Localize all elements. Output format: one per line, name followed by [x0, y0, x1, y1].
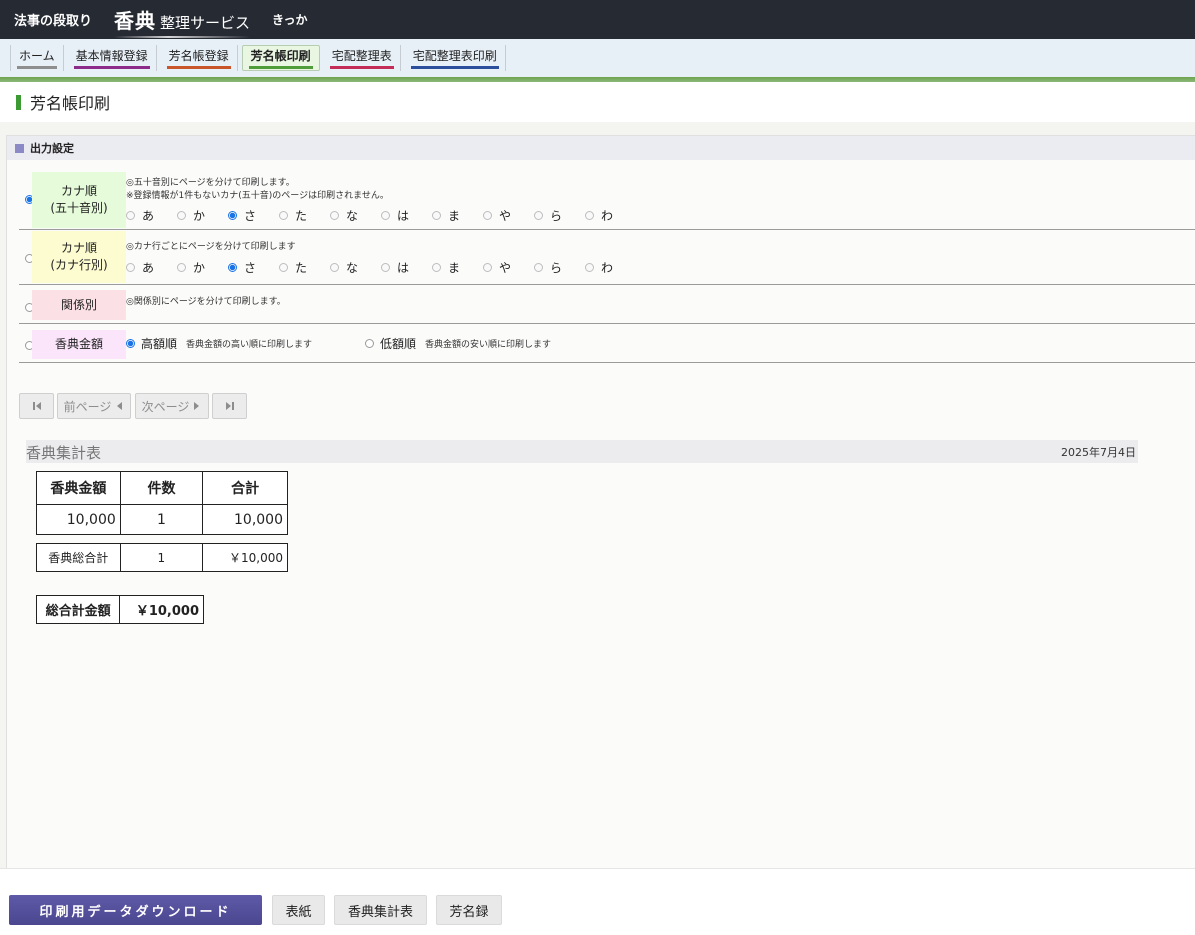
kana-option[interactable]: た [279, 207, 330, 224]
sort-high-option[interactable]: 高額順 香典金額の高い順に印刷します [126, 335, 312, 352]
kana-option[interactable]: ま [432, 207, 483, 224]
bottom-action-bar: 印刷用データダウンロード 表紙 香典集計表 芳名録 [0, 868, 1195, 935]
kana-selector: あ か さ た な は ま や ら わ [126, 259, 636, 276]
kana-selector: あ か さ た な は ま や ら わ [126, 207, 636, 224]
total-cell: 10,000 [202, 504, 288, 535]
kana-option[interactable]: ら [534, 259, 585, 276]
user-name[interactable]: きっか [272, 11, 308, 28]
grand-total-value: ￥10,000 [119, 595, 204, 624]
section-square-icon [15, 143, 24, 153]
prev-page-button[interactable]: 前ページ [57, 393, 131, 419]
option-label[interactable]: 香典金額 [32, 330, 126, 359]
page-title: 芳名帳印刷 [30, 94, 111, 113]
option-label[interactable]: カナ順 (五十音別) [32, 172, 126, 228]
grand-total-label: 総合計金額 [35, 595, 121, 624]
kana-option[interactable]: は [381, 207, 432, 224]
kana-option[interactable]: な [330, 207, 381, 224]
kana-option[interactable]: や [483, 207, 534, 224]
page-title-bar: 芳名帳印刷 [0, 82, 1195, 122]
summary-title: 香典集計表 [26, 444, 102, 462]
last-page-button[interactable] [212, 393, 247, 419]
nav-registry-entry[interactable]: 芳名帳登録 [161, 45, 238, 71]
subtotal-total: ￥10,000 [202, 543, 288, 572]
option-label[interactable]: カナ順 (カナ行別) [32, 231, 126, 283]
service-logo[interactable]: 香典 整理サービス [114, 5, 251, 38]
first-page-button[interactable] [19, 393, 54, 419]
next-page-button[interactable]: 次ページ [135, 393, 209, 419]
subtotal-label: 香典総合計 [36, 543, 121, 572]
amount-cell: 10,000 [36, 504, 121, 535]
kana-option[interactable]: あ [126, 207, 177, 224]
option-kana-gojuon: カナ順 (五十音別) ◎五十音別にページを分けて印刷します。 ※登録情報が1件も… [19, 171, 1195, 230]
table-row: 10,000 1 10,000 [36, 504, 288, 535]
kana-option[interactable]: さ [228, 207, 279, 224]
kana-option[interactable]: わ [585, 259, 636, 276]
prev-arrow-icon [117, 402, 123, 410]
nav-basic-info[interactable]: 基本情報登録 [68, 45, 157, 71]
option-kana-row: カナ順 (カナ行別) ◎カナ行ごとにページを分けて印刷します あ か さ た な… [19, 230, 1195, 285]
nav-delivery-print[interactable]: 宅配整理表印刷 [405, 45, 506, 71]
registry-button[interactable]: 芳名録 [436, 895, 502, 925]
option-label[interactable]: 関係別 [32, 290, 126, 320]
count-cell: 1 [119, 504, 204, 535]
nav-delivery-sheet[interactable]: 宅配整理表 [324, 45, 401, 71]
col-total-header: 合計 [202, 471, 288, 505]
kana-option[interactable]: や [483, 259, 534, 276]
title-marker [16, 94, 21, 110]
panel-title: 出力設定 [30, 142, 74, 155]
kana-option[interactable]: ら [534, 207, 585, 224]
first-page-icon [32, 402, 41, 410]
grand-total-table: 総合計金額 ￥10,000 [35, 595, 204, 624]
nav-registry-print[interactable]: 芳名帳印刷 [241, 45, 320, 71]
kana-option[interactable]: か [177, 259, 228, 276]
logo-text: 整理サービス [160, 14, 251, 32]
col-amount-header: 香典金額 [36, 471, 121, 505]
sort-low-option[interactable]: 低額順 香典金額の安い順に印刷します [365, 335, 551, 352]
brand-name[interactable]: 法事の段取り [14, 10, 92, 29]
radio-sort-low[interactable] [365, 339, 374, 348]
kana-option[interactable]: わ [585, 207, 636, 224]
summary-header: 香典集計表 2025年7月4日 [26, 440, 1138, 463]
main-nav: ホーム 基本情報登録 芳名帳登録 芳名帳印刷 宅配整理表 宅配整理表印刷 [0, 39, 1195, 77]
kana-option[interactable]: は [381, 259, 432, 276]
radio-sort-high[interactable] [126, 339, 135, 348]
nav-home[interactable]: ホーム [10, 45, 64, 71]
kana-option[interactable]: さ [228, 259, 279, 276]
app-header: 法事の段取り 香典 整理サービス きっか [0, 0, 1195, 39]
panel-header: 出力設定 [7, 136, 1195, 160]
cover-button[interactable]: 表紙 [272, 895, 325, 925]
option-note: ◎関係別にページを分けて印刷します。 [126, 297, 286, 307]
kana-option[interactable]: あ [126, 259, 177, 276]
summary-table: 香典金額 件数 合計 10,000 1 10,000 [36, 471, 288, 535]
option-note: ◎五十音別にページを分けて印刷します。 ※登録情報が1件もないカナ(五十音)のペ… [126, 178, 389, 201]
kana-option[interactable]: た [279, 259, 330, 276]
last-page-icon [225, 402, 234, 410]
option-relation: 関係別 ◎関係別にページを分けて印刷します。 [19, 285, 1195, 324]
subtotal-count: 1 [119, 543, 204, 572]
kana-option[interactable]: か [177, 207, 228, 224]
next-arrow-icon [194, 402, 200, 410]
kana-option[interactable]: な [330, 259, 381, 276]
option-amount: 香典金額 高額順 香典金額の高い順に印刷します 低額順 香典金額の安い順に印刷し… [19, 324, 1195, 363]
logo-swoosh [114, 36, 251, 38]
subtotal-table: 香典総合計 1 ￥10,000 [36, 543, 288, 572]
download-print-data-button[interactable]: 印刷用データダウンロード [9, 895, 262, 925]
logo-kanji: 香典 [114, 9, 157, 33]
summary-date: 2025年7月4日 [1061, 446, 1136, 459]
col-count-header: 件数 [119, 471, 204, 505]
kana-option[interactable]: ま [432, 259, 483, 276]
option-note: ◎カナ行ごとにページを分けて印刷します [126, 242, 296, 252]
summary-button[interactable]: 香典集計表 [334, 895, 427, 925]
